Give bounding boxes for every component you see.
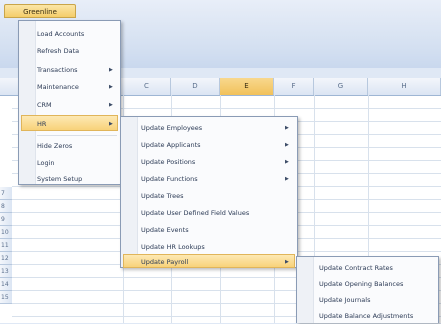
row-header[interactable]: 11 (0, 239, 12, 252)
column-header-d[interactable]: D (171, 78, 220, 95)
menu-item-update-user-defined-field-values[interactable]: Update User Defined Field Values (123, 205, 295, 221)
menu-item-label: Hide Zeros (37, 142, 73, 150)
submenu-arrow-icon: ▶ (285, 259, 289, 265)
menu-item-hr[interactable]: HR ▶ (21, 115, 118, 131)
menu-item-update-functions[interactable]: Update Functions ▶ (123, 171, 295, 187)
submenu-arrow-icon: ▶ (109, 84, 113, 90)
menu-item-update-events[interactable]: Update Events (123, 222, 295, 238)
menu-item-label: Maintenance (37, 83, 79, 91)
menu-item-label: Update Positions (141, 158, 196, 166)
payroll-submenu: Update Contract Rates Update Opening Bal… (296, 256, 439, 323)
menu-item-label: System Setup (37, 175, 83, 183)
menu-item-update-contract-rates[interactable]: Update Contract Rates (299, 260, 436, 276)
menu-item-label: Update Balance Adjustments (319, 312, 414, 320)
menu-item-hide-zeros[interactable]: Hide Zeros (21, 138, 118, 154)
menu-item-label: Update Functions (141, 175, 198, 183)
submenu-arrow-icon: ▶ (285, 159, 289, 165)
menu-item-label: Update Events (141, 226, 189, 234)
menu-separator (37, 135, 117, 136)
row-header[interactable]: 14 (0, 278, 12, 291)
menu-item-label: Refresh Data (37, 47, 80, 55)
menu-item-update-opening-balances[interactable]: Update Opening Balances (299, 276, 436, 292)
menu-item-update-trees[interactable]: Update Trees (123, 188, 295, 204)
menu-item-label: Transactions (37, 66, 78, 74)
submenu-arrow-icon: ▶ (109, 67, 113, 73)
row-header[interactable]: 8 (0, 200, 12, 213)
menu-item-load-accounts[interactable]: Load Accounts (21, 26, 118, 42)
menu-item-label: Update Employees (141, 124, 203, 132)
menu-item-label: Update Opening Balances (319, 280, 404, 288)
menu-item-login[interactable]: Login (21, 155, 118, 171)
column-header-g[interactable]: G (314, 78, 368, 95)
row-header[interactable]: 9 (0, 213, 12, 226)
menu-item-label: Update Journals (319, 296, 371, 304)
menu-item-label: Login (37, 159, 55, 167)
row-header[interactable]: 12 (0, 252, 12, 265)
menu-item-label: Update User Defined Field Values (141, 209, 250, 217)
menu-item-update-balance-adjustments[interactable]: Update Balance Adjustments (299, 308, 436, 324)
menu-item-refresh-data[interactable]: Refresh Data (21, 43, 118, 59)
column-header-c[interactable]: C (123, 78, 171, 95)
menu-item-update-positions[interactable]: Update Positions ▶ (123, 154, 295, 170)
column-header-e[interactable]: E (220, 78, 274, 95)
greenline-menu: Load Accounts Refresh Data Transactions … (18, 20, 121, 185)
column-header-f[interactable]: F (274, 78, 314, 95)
submenu-arrow-icon: ▶ (109, 121, 113, 127)
row-header[interactable]: 15 (0, 291, 12, 304)
menu-item-maintenance[interactable]: Maintenance ▶ (21, 79, 118, 95)
greenline-menu-tab[interactable]: Greenline (4, 4, 76, 18)
menu-item-label: HR (37, 120, 47, 128)
menu-item-label: CRM (37, 101, 52, 109)
submenu-arrow-icon: ▶ (285, 142, 289, 148)
menu-item-label: Update HR Lookups (141, 243, 205, 251)
hr-submenu: Update Employees ▶ Update Applicants ▶ U… (120, 116, 298, 268)
menu-item-update-journals[interactable]: Update Journals (299, 292, 436, 308)
row-header[interactable]: 13 (0, 265, 12, 278)
menu-item-system-setup[interactable]: System Setup (21, 171, 118, 187)
submenu-arrow-icon: ▶ (109, 102, 113, 108)
menu-item-label: Update Contract Rates (319, 264, 393, 272)
menu-item-update-employees[interactable]: Update Employees ▶ (123, 120, 295, 136)
menu-item-label: Update Applicants (141, 141, 201, 149)
row-header[interactable]: 7 (0, 187, 12, 200)
row-header[interactable]: 10 (0, 226, 12, 239)
menu-item-label: Update Trees (141, 192, 184, 200)
menu-item-label: Load Accounts (37, 30, 85, 38)
menu-item-label: Update Payroll (141, 258, 189, 266)
menu-item-update-hr-lookups[interactable]: Update HR Lookups (123, 239, 295, 255)
submenu-arrow-icon: ▶ (285, 176, 289, 182)
menu-item-update-applicants[interactable]: Update Applicants ▶ (123, 137, 295, 153)
submenu-arrow-icon: ▶ (285, 125, 289, 131)
menu-item-crm[interactable]: CRM ▶ (21, 97, 118, 113)
menu-item-update-payroll[interactable]: Update Payroll ▶ (123, 254, 295, 268)
column-header-h[interactable]: H (368, 78, 441, 95)
menu-item-transactions[interactable]: Transactions ▶ (21, 62, 118, 78)
